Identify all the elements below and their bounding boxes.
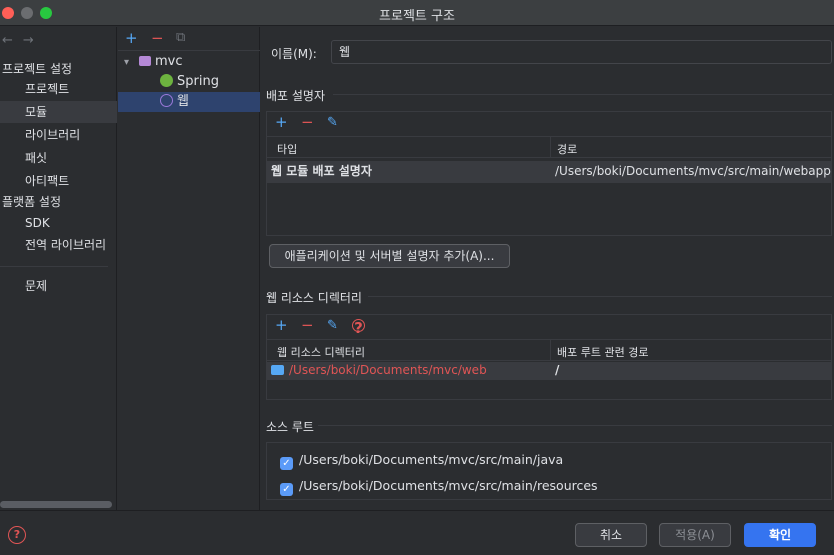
tree-toolbar: + − ⧉	[118, 27, 260, 51]
deploy-descriptor-section-title: 배포 설명자	[266, 89, 326, 103]
column-header-web-resource-dir[interactable]: 웹 리소스 디렉터리	[277, 344, 365, 360]
help-icon[interactable]: ?	[8, 526, 26, 544]
tree-node-label: 웹	[177, 94, 189, 109]
nav-header-project-settings: 프로젝트 설정	[2, 62, 73, 76]
web-resource-toolbar: + − ✎ ?	[267, 315, 831, 337]
folder-icon	[271, 365, 284, 375]
spring-leaf-icon	[160, 74, 173, 87]
nav-item-facets[interactable]: 패싯	[0, 147, 117, 169]
section-divider	[318, 425, 832, 426]
table-row[interactable]: 웹 모듈 배포 설명자 /Users/boki/Documents/mvc/sr…	[267, 161, 831, 183]
add-icon[interactable]: +	[275, 317, 288, 333]
dialog-footer: ? 취소 적용(A) 확인	[0, 510, 834, 555]
settings-nav: ← → 프로젝트 설정 프로젝트 모듈 라이브러리 패싯 아티팩트 플랫폼 설정 …	[0, 27, 117, 510]
column-divider[interactable]	[550, 137, 551, 157]
column-header-path[interactable]: 경로	[557, 141, 577, 157]
table-row[interactable]: /Users/boki/Documents/mvc/web /	[267, 362, 831, 380]
source-root-row[interactable]: ✓ /Users/boki/Documents/mvc/src/main/java	[280, 452, 563, 470]
column-header-relative-path[interactable]: 배포 루트 관련 경로	[557, 344, 648, 360]
chevron-down-icon[interactable]: ▾	[124, 53, 136, 73]
window-title: 프로젝트 구조	[379, 9, 455, 24]
column-divider	[550, 161, 551, 182]
apply-button[interactable]: 적용(A)	[659, 523, 731, 547]
nav-item-global-libraries[interactable]: 전역 라이브러리	[0, 234, 117, 256]
nav-scrollbar[interactable]	[0, 501, 112, 508]
name-input[interactable]: 웹	[331, 40, 832, 64]
checkbox-checked-icon[interactable]: ✓	[280, 483, 293, 496]
module-tree-panel: + − ⧉ ▾ mvc Spring 웹	[118, 27, 260, 510]
checkbox-checked-icon[interactable]: ✓	[280, 457, 293, 470]
ok-button[interactable]: 확인	[744, 523, 816, 547]
tree-node-web[interactable]: 웹	[118, 92, 260, 112]
title-bar: 프로젝트 구조	[0, 0, 834, 26]
web-facet-icon	[160, 94, 173, 107]
descriptor-type: 웹 모듈 배포 설명자	[271, 164, 372, 178]
web-resource-path: /Users/boki/Documents/mvc/web	[289, 363, 487, 377]
column-header-type[interactable]: 타입	[277, 141, 297, 157]
section-divider	[333, 94, 832, 95]
source-roots-panel: ✓ /Users/boki/Documents/mvc/src/main/java…	[266, 442, 832, 500]
nav-header-platform-settings: 플랫폼 설정	[2, 195, 62, 209]
relative-path: /	[555, 363, 560, 377]
column-divider[interactable]	[550, 340, 551, 360]
tree-node-label: Spring	[177, 74, 219, 89]
cancel-button[interactable]: 취소	[575, 523, 647, 547]
source-roots-section-title: 소스 루트	[266, 420, 314, 434]
remove-icon[interactable]: −	[151, 30, 164, 46]
web-resource-table-header: 웹 리소스 디렉터리 배포 루트 관련 경로	[267, 339, 831, 361]
web-resource-panel: + − ✎ ? 웹 리소스 디렉터리 배포 루트 관련 경로 /Users/bo…	[266, 314, 832, 400]
facet-settings-panel: 이름(M): 웹 배포 설명자 + − ✎ 타입 경로 웹 모듈 배포 설명자 …	[261, 27, 834, 510]
section-divider	[368, 296, 832, 297]
deploy-descriptor-panel: + − ✎ 타입 경로 웹 모듈 배포 설명자 /Users/boki/Docu…	[266, 111, 832, 236]
tree-node-label: mvc	[155, 54, 183, 69]
descriptor-path: /Users/boki/Documents/mvc/src/main/webap…	[555, 164, 831, 178]
web-resource-section-title: 웹 리소스 디렉터리	[266, 291, 362, 305]
column-divider	[550, 362, 551, 379]
remove-icon[interactable]: −	[301, 114, 314, 130]
add-icon[interactable]: +	[275, 114, 288, 130]
deploy-table-header: 타입 경로	[267, 136, 831, 158]
deploy-toolbar: + − ✎	[267, 112, 831, 134]
add-icon[interactable]: +	[125, 30, 138, 46]
nav-item-project[interactable]: 프로젝트	[0, 78, 117, 100]
source-root-path: /Users/boki/Documents/mvc/src/main/resou…	[299, 478, 598, 493]
nav-item-problems[interactable]: 문제	[0, 275, 117, 297]
source-root-row[interactable]: ✓ /Users/boki/Documents/mvc/src/main/reso…	[280, 478, 598, 496]
nav-divider	[0, 266, 108, 267]
tree-node-mvc[interactable]: ▾ mvc	[118, 52, 260, 72]
nav-item-sdk[interactable]: SDK	[0, 212, 117, 234]
remove-icon[interactable]: −	[301, 317, 314, 333]
module-folder-icon	[139, 56, 151, 66]
nav-item-libraries[interactable]: 라이브러리	[0, 124, 117, 146]
add-server-descriptor-button[interactable]: 애플리케이션 및 서버별 설명자 추가(A)...	[269, 244, 510, 268]
source-root-path: /Users/boki/Documents/mvc/src/main/java	[299, 452, 564, 467]
copy-icon[interactable]: ⧉	[176, 30, 185, 46]
edit-pencil-icon[interactable]: ✎	[327, 318, 338, 334]
name-label: 이름(M):	[271, 47, 317, 61]
tree-node-spring[interactable]: Spring	[118, 72, 260, 92]
arrow-right-icon[interactable]: →	[23, 33, 34, 48]
arrow-left-icon[interactable]: ←	[2, 33, 13, 48]
nav-item-modules[interactable]: 모듈	[0, 101, 117, 123]
nav-item-artifacts[interactable]: 아티팩트	[0, 170, 117, 192]
help-icon[interactable]: ?	[352, 319, 365, 336]
edit-pencil-icon[interactable]: ✎	[327, 115, 338, 131]
nav-history: ← →	[2, 33, 44, 48]
web-resource-dir: /Users/boki/Documents/mvc/web	[271, 362, 549, 379]
